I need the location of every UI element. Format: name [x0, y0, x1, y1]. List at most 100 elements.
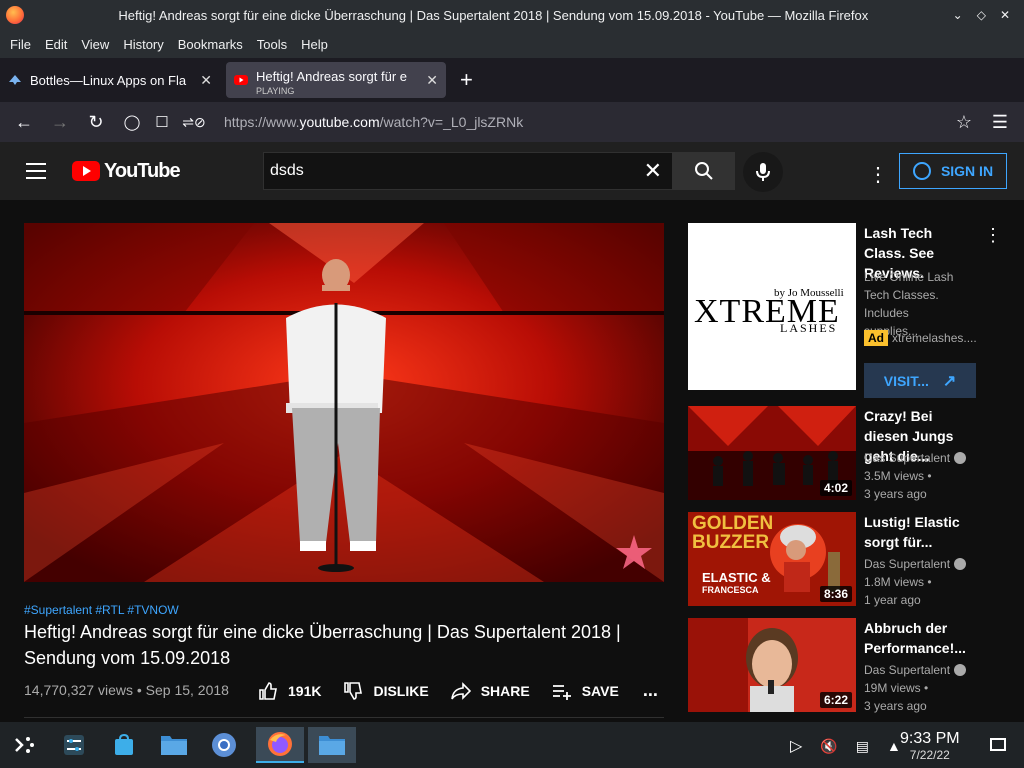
- tab-playing-label: PLAYING: [256, 86, 295, 96]
- settings-more-icon[interactable]: ⋮: [868, 162, 888, 187]
- menu-bookmarks[interactable]: Bookmarks: [178, 37, 243, 52]
- thumb-heading: GOLDEN BUZZER: [692, 513, 774, 553]
- network-icon[interactable]: ▤: [856, 738, 869, 755]
- clear-search-icon[interactable]: ✕: [644, 158, 662, 184]
- menu-file[interactable]: File: [10, 37, 31, 52]
- video-title[interactable]: Abbruch der Performance!...: [864, 618, 976, 658]
- window-titlebar: Heftig! Andreas sorgt für eine dicke Übe…: [0, 0, 1024, 30]
- video-meta: 14,770,327 views • Sep 15, 2018: [24, 682, 229, 698]
- media-play-icon[interactable]: ▷: [790, 736, 802, 756]
- menu-help[interactable]: Help: [301, 37, 328, 52]
- thumb-subtitle: ELASTIC &: [702, 570, 771, 585]
- firefox-icon: [6, 6, 24, 24]
- url-bar[interactable]: https://www.youtube.com/watch?v=_L0_jlsZ…: [224, 114, 946, 130]
- video-player[interactable]: [24, 223, 664, 582]
- permissions-icon[interactable]: ⇌⊘: [174, 114, 214, 131]
- volume-muted-icon[interactable]: 🔇: [820, 738, 837, 755]
- ad-image[interactable]: by Jo Mousselli XTREME LASHES: [688, 223, 856, 390]
- ad-visit-button[interactable]: VISIT... ↗: [864, 363, 976, 398]
- channel-name[interactable]: Das Supertalent: [864, 451, 967, 465]
- video-title[interactable]: Lustig! Elastic sorgt für...: [864, 512, 976, 552]
- video-thumbnail[interactable]: 6:22: [688, 618, 856, 712]
- lock-icon[interactable]: ☐: [150, 113, 174, 131]
- recommendation-item[interactable]: 6:22 Abbruch der Performance!... Das Sup…: [688, 618, 988, 714]
- upload-age: 1 year ago: [864, 593, 921, 607]
- thumbs-up-icon: [259, 681, 277, 700]
- chromium-icon[interactable]: [206, 727, 242, 763]
- tab-youtube[interactable]: Heftig! Andreas sorgt für e PLAYING ✕: [226, 62, 446, 98]
- menu-edit[interactable]: Edit: [45, 37, 67, 52]
- save-button[interactable]: SAVE: [552, 681, 619, 701]
- file-manager-window-icon[interactable]: [308, 727, 356, 763]
- system-taskbar: ▷ 🔇 ▤ ▲ 9:33 PM 7/22/22: [0, 722, 1024, 768]
- voice-search-button[interactable]: [743, 152, 783, 192]
- hashtags[interactable]: #Supertalent #RTL #TVNOW: [24, 603, 179, 617]
- youtube-play-icon: [72, 161, 100, 181]
- firefox-taskbar-icon[interactable]: [256, 727, 304, 763]
- file-manager-icon[interactable]: [156, 727, 192, 763]
- view-count: 1.8M views •: [864, 575, 932, 589]
- video-thumbnail[interactable]: 4:02: [688, 406, 856, 500]
- thumbs-down-icon: [344, 681, 363, 700]
- search-icon: [694, 162, 713, 180]
- search-input[interactable]: [264, 162, 644, 180]
- upload-age: 3 years ago: [864, 487, 927, 501]
- external-link-icon: ↗: [942, 372, 957, 390]
- forward-icon[interactable]: →: [42, 112, 78, 133]
- playlist-add-icon: [552, 684, 571, 700]
- dislike-button[interactable]: DISLIKE: [343, 681, 429, 701]
- search-button[interactable]: [672, 152, 735, 190]
- window-title: Heftig! Andreas sorgt für eine dicke Übe…: [118, 7, 869, 23]
- restore-icon[interactable]: ◇: [977, 8, 986, 22]
- channel-name[interactable]: Das Supertalent: [864, 557, 967, 571]
- search-box: ✕: [263, 152, 673, 190]
- guide-menu-icon[interactable]: [26, 163, 46, 179]
- microphone-icon: [756, 163, 770, 181]
- share-icon: [450, 681, 471, 700]
- discover-store-icon[interactable]: [106, 727, 142, 763]
- close-icon[interactable]: ✕: [200, 72, 212, 89]
- app-menu-icon[interactable]: ☰: [982, 112, 1018, 133]
- shield-icon[interactable]: ◯: [114, 113, 150, 131]
- show-desktop-icon[interactable]: [990, 738, 1006, 751]
- reload-icon[interactable]: ↻: [78, 112, 114, 133]
- verified-icon: [954, 664, 967, 676]
- channel-name[interactable]: Das Supertalent: [864, 663, 967, 677]
- youtube-icon: [234, 75, 248, 85]
- ad-card[interactable]: by Jo Mousselli XTREME LASHES Lash Tech …: [688, 223, 1002, 398]
- recommendation-item[interactable]: 4:02 Crazy! Bei diesen Jungs geht die...…: [688, 406, 988, 502]
- back-icon[interactable]: ←: [6, 112, 42, 133]
- clock-date: 7/22/22: [909, 748, 950, 762]
- tab-bar: Bottles—Linux Apps on Fla ✕ Heftig! Andr…: [0, 58, 1024, 102]
- tab-bottles[interactable]: Bottles—Linux Apps on Fla ✕: [0, 62, 220, 98]
- close-icon[interactable]: ✕: [1000, 8, 1010, 22]
- account-icon: [912, 162, 931, 180]
- view-count: 19M views •: [864, 681, 929, 695]
- youtube-logo[interactable]: YouTube: [72, 160, 181, 183]
- star-icon[interactable]: ☆: [946, 112, 982, 133]
- ad-menu-icon[interactable]: ⋮: [984, 225, 1002, 246]
- sign-in-button[interactable]: SIGN IN: [899, 153, 1007, 189]
- menu-view[interactable]: View: [81, 37, 109, 52]
- share-button[interactable]: SHARE: [450, 681, 530, 701]
- menu-tools[interactable]: Tools: [257, 37, 287, 52]
- app-launcher-icon[interactable]: [6, 727, 42, 763]
- video-frame: [24, 223, 664, 582]
- chevron-down-icon[interactable]: ⌄: [953, 8, 963, 22]
- verified-icon: [954, 558, 967, 570]
- tab-label: Heftig! Andreas sorgt für e: [256, 68, 408, 84]
- more-actions-button[interactable]: ...: [643, 680, 658, 701]
- new-tab-icon[interactable]: +: [460, 67, 473, 93]
- like-button[interactable]: 191K: [258, 681, 321, 701]
- close-icon[interactable]: ✕: [426, 72, 438, 89]
- upload-age: 3 years ago: [864, 699, 927, 713]
- more-horiz-icon: ...: [642, 680, 658, 700]
- tab-label: Bottles—Linux Apps on Fla: [30, 72, 187, 88]
- video-thumbnail[interactable]: GOLDEN BUZZER ELASTIC & FRANCESCA 8:36: [688, 512, 856, 606]
- expand-tray-icon[interactable]: ▲: [887, 738, 901, 754]
- clock-time: 9:33 PM: [900, 730, 960, 747]
- menu-history[interactable]: History: [123, 37, 163, 52]
- system-settings-icon[interactable]: [56, 727, 92, 763]
- clock[interactable]: 9:33 PM 7/22/22: [900, 730, 960, 762]
- recommendation-item[interactable]: GOLDEN BUZZER ELASTIC & FRANCESCA 8:36 L…: [688, 512, 988, 608]
